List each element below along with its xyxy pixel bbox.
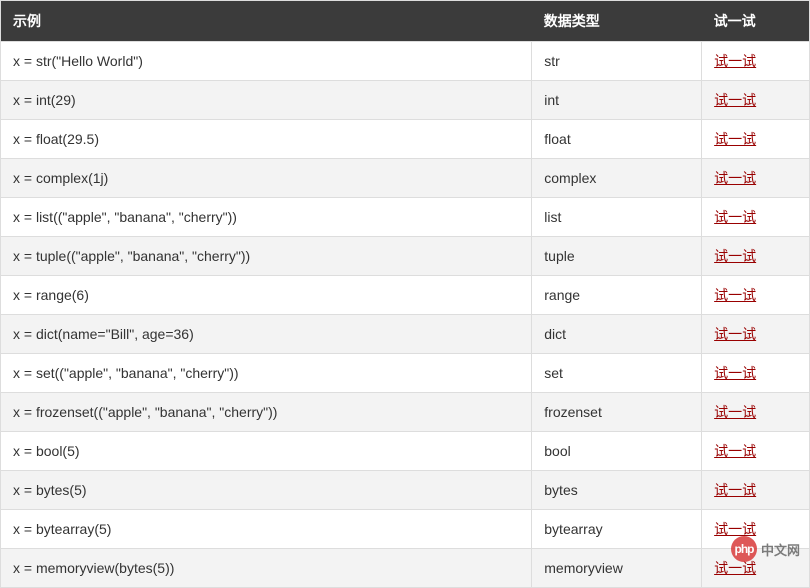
cell-type: range <box>532 276 702 315</box>
try-link[interactable]: 试一试 <box>714 482 756 498</box>
table-row: x = bytearray(5)bytearray 试一试 <box>1 510 810 549</box>
table-row: x = dict(name="Bill", age=36)dict 试一试 <box>1 315 810 354</box>
cell-example: x = range(6) <box>1 276 532 315</box>
cell-type: bytearray <box>532 510 702 549</box>
cell-type: memoryview <box>532 549 702 588</box>
try-link[interactable]: 试一试 <box>714 53 756 69</box>
cell-try: 试一试 <box>702 549 810 588</box>
cell-type: complex <box>532 159 702 198</box>
cell-example: x = dict(name="Bill", age=36) <box>1 315 532 354</box>
cell-type: frozenset <box>532 393 702 432</box>
try-link[interactable]: 试一试 <box>714 209 756 225</box>
cell-type: int <box>532 81 702 120</box>
cell-example: x = str("Hello World") <box>1 42 532 81</box>
cell-try: 试一试 <box>702 198 810 237</box>
cell-try: 试一试 <box>702 393 810 432</box>
table-row: x = str("Hello World")str 试一试 <box>1 42 810 81</box>
header-type: 数据类型 <box>532 1 702 42</box>
cell-try: 试一试 <box>702 276 810 315</box>
table-row: x = set(("apple", "banana", "cherry"))se… <box>1 354 810 393</box>
cell-type: tuple <box>532 237 702 276</box>
cell-example: x = bool(5) <box>1 432 532 471</box>
table-row: x = bool(5)bool 试一试 <box>1 432 810 471</box>
try-link[interactable]: 试一试 <box>714 443 756 459</box>
try-link[interactable]: 试一试 <box>714 404 756 420</box>
cell-try: 试一试 <box>702 354 810 393</box>
try-link[interactable]: 试一试 <box>714 170 756 186</box>
table-row: x = int(29)int 试一试 <box>1 81 810 120</box>
table-row: x = memoryview(bytes(5))memoryview试一试 <box>1 549 810 588</box>
try-link[interactable]: 试一试 <box>714 521 756 537</box>
cell-try: 试一试 <box>702 471 810 510</box>
cell-example: x = bytes(5) <box>1 471 532 510</box>
cell-example: x = frozenset(("apple", "banana", "cherr… <box>1 393 532 432</box>
datatype-table: 示例 数据类型 试一试 x = str("Hello World")str试一试… <box>0 0 810 588</box>
cell-example: x = bytearray(5) <box>1 510 532 549</box>
cell-example: x = float(29.5) <box>1 120 532 159</box>
table-row: x = float(29.5)float 试一试 <box>1 120 810 159</box>
table-row: x = range(6)range 试一试 <box>1 276 810 315</box>
table-row: x = list(("apple", "banana", "cherry"))l… <box>1 198 810 237</box>
try-link[interactable]: 试一试 <box>714 248 756 264</box>
cell-type: str <box>532 42 702 81</box>
try-link[interactable]: 试一试 <box>714 92 756 108</box>
table-row: x = frozenset(("apple", "banana", "cherr… <box>1 393 810 432</box>
table-row: x = tuple(("apple", "banana", "cherry"))… <box>1 237 810 276</box>
cell-example: x = set(("apple", "banana", "cherry")) <box>1 354 532 393</box>
cell-type: float <box>532 120 702 159</box>
cell-example: x = list(("apple", "banana", "cherry")) <box>1 198 532 237</box>
cell-type: bool <box>532 432 702 471</box>
cell-example: x = complex(1j) <box>1 159 532 198</box>
cell-try: 试一试 <box>702 237 810 276</box>
try-link[interactable]: 试一试 <box>714 131 756 147</box>
cell-try: 试一试 <box>702 432 810 471</box>
cell-type: bytes <box>532 471 702 510</box>
cell-try: 试一试 <box>702 42 810 81</box>
cell-try: 试一试 <box>702 159 810 198</box>
table-row: x = complex(1j)complex 试一试 <box>1 159 810 198</box>
try-link[interactable]: 试一试 <box>714 365 756 381</box>
cell-try: 试一试 <box>702 315 810 354</box>
table-header-row: 示例 数据类型 试一试 <box>1 1 810 42</box>
table-row: x = bytes(5)bytes 试一试 <box>1 471 810 510</box>
cell-try: 试一试 <box>702 120 810 159</box>
cell-example: x = memoryview(bytes(5)) <box>1 549 532 588</box>
cell-type: set <box>532 354 702 393</box>
cell-example: x = tuple(("apple", "banana", "cherry")) <box>1 237 532 276</box>
cell-type: list <box>532 198 702 237</box>
header-try: 试一试 <box>702 1 810 42</box>
cell-example: x = int(29) <box>1 81 532 120</box>
cell-type: dict <box>532 315 702 354</box>
try-link[interactable]: 试一试 <box>714 287 756 303</box>
cell-try: 试一试 <box>702 81 810 120</box>
cell-try: 试一试 <box>702 510 810 549</box>
header-example: 示例 <box>1 1 532 42</box>
try-link[interactable]: 试一试 <box>714 326 756 342</box>
